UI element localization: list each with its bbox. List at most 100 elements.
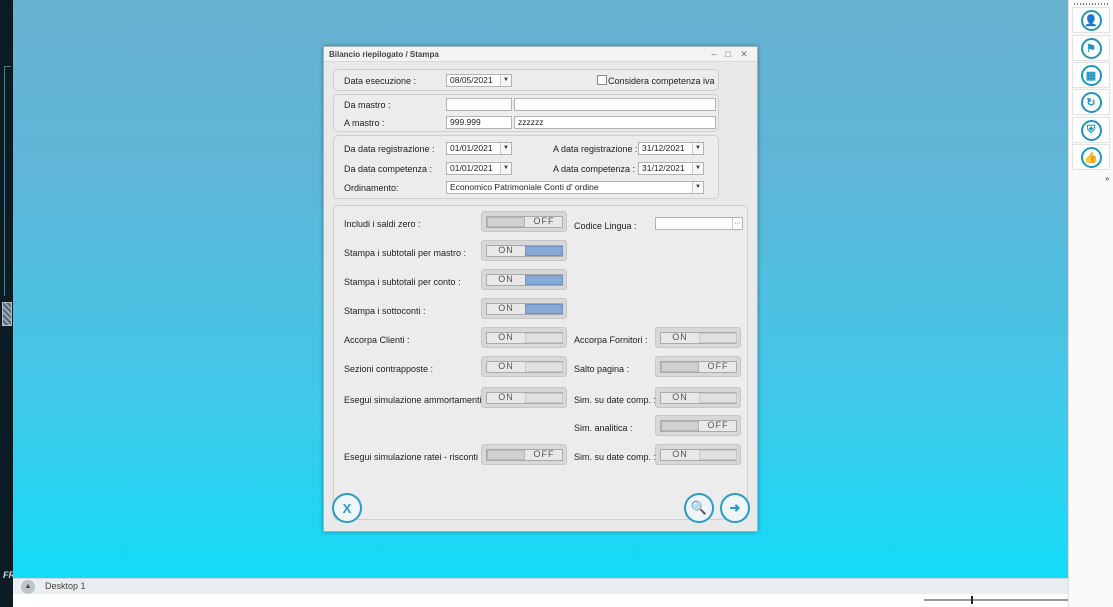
dialog-title: Bilancio riepilogato / Stampa [329,50,439,59]
zoom-marker[interactable] [971,596,973,604]
reg-from-field[interactable]: 01/01/2021 ▼ [446,142,512,155]
order-value: Economico Patrimoniale Conti d' ordine [450,182,599,192]
sub-mastro-state: ON [498,245,514,255]
to-mastro-label: A mastro : [344,118,385,128]
ratei-label: Esegui simulazione ratei - risconti : [344,452,484,462]
sim-date2-toggle[interactable]: ON [655,444,741,465]
excel-x-icon: X [342,500,352,516]
close-icon[interactable]: ✕ [738,48,750,60]
comp-to-field[interactable]: 31/12/2021 ▼ [638,162,704,175]
thumbs-up-icon: 👍 [1080,146,1102,168]
user-button[interactable]: 👤 [1072,7,1110,33]
sim-date2-state: ON [672,449,688,459]
refresh-button[interactable]: ↻ [1072,89,1110,115]
salto-toggle[interactable]: OFF [655,356,741,377]
sezioni-state: ON [498,361,514,371]
sub-mastro-label: Stampa i subtotali per mastro : [344,248,467,258]
chevron-down-icon[interactable]: ▼ [692,182,703,193]
from-mastro-code[interactable] [446,98,512,111]
salto-label: Salto pagina : [574,364,630,374]
left-edge-line [4,66,11,296]
user-icon: 👤 [1080,9,1102,31]
sub-mastro-toggle[interactable]: ON [481,240,567,261]
from-mastro-desc[interactable] [514,98,716,111]
chevron-down-icon[interactable]: ▼ [500,75,511,86]
chevron-down-icon[interactable]: ▼ [500,143,511,154]
saldi-zero-state: OFF [533,216,555,226]
analitica-label: Sim. analitica : [574,423,633,433]
sim-date1-label: Sim. su date comp. : [574,395,657,405]
print-preview-icon: 🔍 [690,500,708,515]
to-mastro-desc[interactable]: zzzzzz [514,116,716,129]
chevron-down-icon[interactable]: ▼ [692,163,703,174]
grid-icon: ▦ [1080,64,1102,86]
exec-panel: Data esecuzione : 08/05/2021 ▼ Considera… [333,69,719,91]
sottoconti-toggle[interactable]: ON [481,298,567,319]
comp-to-value: 31/12/2021 [642,163,685,173]
desktop-label[interactable]: Desktop 1 [45,581,86,591]
comp-to-label: A data competenza : [553,164,636,174]
analitica-toggle[interactable]: OFF [655,415,741,436]
zoom-scale[interactable] [924,598,1068,601]
analitica-state: OFF [707,420,729,430]
ammort-label: Esegui simulazione ammortamenti : [344,395,487,405]
order-select[interactable]: Economico Patrimoniale Conti d' ordine ▼ [446,181,704,194]
fornitori-label: Accorpa Fornitori : [574,335,648,345]
shield-button[interactable]: ⛨ [1072,117,1110,143]
sezioni-toggle[interactable]: ON [481,356,567,377]
sub-conto-toggle[interactable]: ON [481,269,567,290]
saldi-zero-label: Includi i saldi zero : [344,219,421,229]
bottom-bar [13,594,1068,607]
sottoconti-label: Stampa i sottoconti : [344,306,426,316]
exec-date-value: 08/05/2021 [450,75,493,85]
taskbar-up-icon[interactable]: ▲ [21,580,35,594]
maximize-icon[interactable]: □ [722,48,734,60]
clienti-state: ON [498,332,514,342]
lingua-label: Codice Lingua : [574,221,637,231]
reg-to-value: 31/12/2021 [642,143,685,153]
right-toolbar: 👤 ⚑ ▦ ↻ ⛨ 👍 » [1068,0,1113,607]
grid-button[interactable]: ▦ [1072,62,1110,88]
flag-button[interactable]: ⚑ [1072,35,1110,61]
reg-from-value: 01/01/2021 [450,143,493,153]
exec-date-label: Data esecuzione : [344,76,417,86]
saldi-zero-toggle[interactable]: OFF [481,211,567,232]
sim-date1-state: ON [672,392,688,402]
from-mastro-label: Da mastro : [344,100,391,110]
reg-to-label: A data registrazione : [553,144,638,154]
lingua-field[interactable]: ··· [655,217,743,230]
salto-state: OFF [707,361,729,371]
fornitori-state: ON [672,332,688,342]
iva-label: Considera competenza iva [608,76,715,86]
print-preview-button[interactable]: 🔍 [684,493,714,523]
dialog-titlebar[interactable]: Bilancio riepilogato / Stampa – □ ✕ [324,47,757,62]
sim-date1-toggle[interactable]: ON [655,387,741,408]
comp-from-value: 01/01/2021 [450,163,493,173]
options-panel: Includi i saldi zero : OFF Codice Lingua… [333,205,748,520]
dialog-window: Bilancio riepilogato / Stampa – □ ✕ Data… [323,46,758,532]
ammort-toggle[interactable]: ON [481,387,567,408]
exec-date-field[interactable]: 08/05/2021 ▼ [446,74,512,87]
exit-button[interactable]: ➜ [720,493,750,523]
order-label: Ordinamento: [344,183,399,193]
shield-icon: ⛨ [1080,119,1102,141]
cancel-button[interactable]: X [332,493,362,523]
ellipsis-icon[interactable]: ··· [732,218,742,229]
exit-door-icon: ➜ [729,500,741,515]
to-mastro-code[interactable]: 999.999 [446,116,512,129]
clienti-label: Accorpa Clienti : [344,335,410,345]
minimize-icon[interactable]: – [708,48,720,60]
comp-from-field[interactable]: 01/01/2021 ▼ [446,162,512,175]
flag-icon: ⚑ [1080,37,1102,59]
left-grip-handle[interactable] [2,302,12,326]
chevron-down-icon[interactable]: ▼ [692,143,703,154]
chevron-down-icon[interactable]: ▼ [500,163,511,174]
iva-checkbox[interactable] [597,75,607,85]
reg-to-field[interactable]: 31/12/2021 ▼ [638,142,704,155]
expand-arrow-icon[interactable]: » [1105,174,1109,183]
ratei-toggle[interactable]: OFF [481,444,567,465]
fornitori-toggle[interactable]: ON [655,327,741,348]
toolbar-grip [1074,3,1110,5]
thumbs-up-button[interactable]: 👍 [1072,144,1110,170]
clienti-toggle[interactable]: ON [481,327,567,348]
